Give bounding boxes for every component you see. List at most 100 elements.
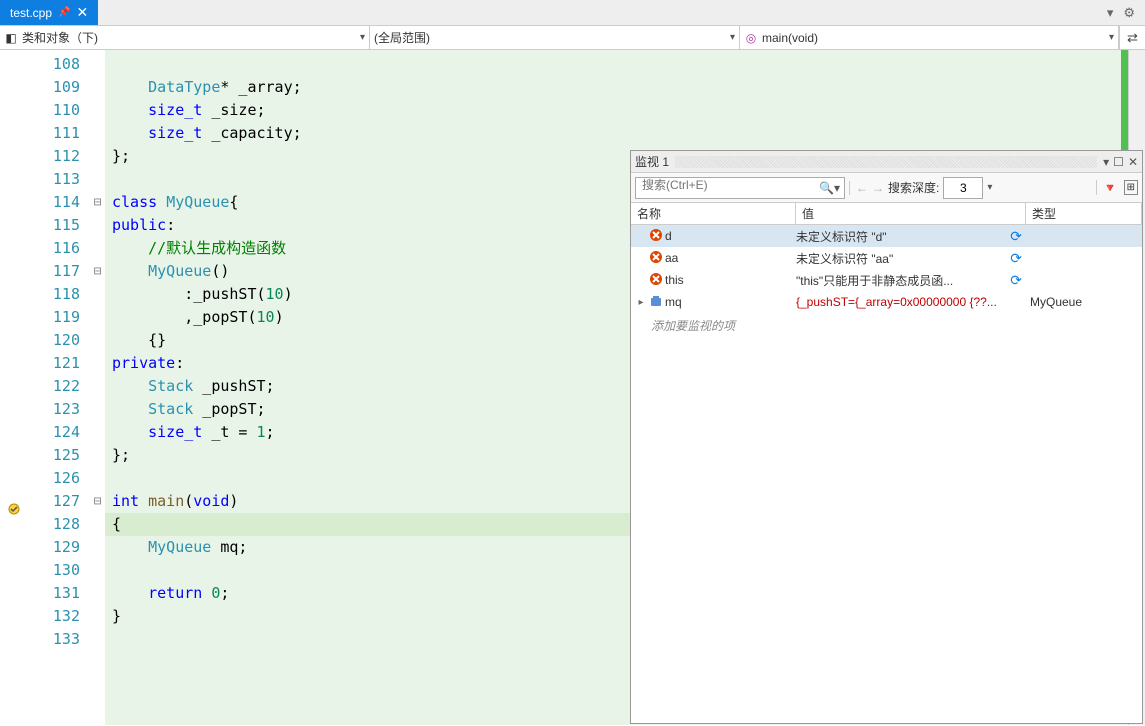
tab-filename: test.cpp [10,6,52,20]
fold-toggle [90,513,105,536]
watch-panel: 监视 1 ▾ ☐ ✕ 🔍▾ ← → 搜索深度: ▾ 🔻 ⊞ 名称 值 类型 d 未… [630,150,1143,724]
fold-toggle [90,329,105,352]
nav-forward-icon[interactable]: → [872,181,884,195]
fold-toggle [90,398,105,421]
watch-value: 未定义标识符 "aa" [796,250,1010,267]
code-line[interactable]: DataType* _array; [105,76,1128,99]
watch-value: 未定义标识符 "d" [796,228,1010,245]
col-value-header[interactable]: 值 [796,203,1026,224]
watch-type: MyQueue [1026,295,1142,309]
scope-combo-2[interactable]: (全局范围) ▾ [370,26,740,49]
fold-toggle [90,214,105,237]
tab-bar: test.cpp 📌 ✕ ▾ ⚙ [0,0,1145,26]
watch-value: {_pushST={_array=0x00000000 {??... [796,295,1022,309]
watch-title-label: 监视 1 [635,153,669,170]
fold-toggle [90,237,105,260]
maximize-icon[interactable]: ☐ [1113,155,1124,169]
watch-name: mq [665,295,682,309]
fold-toggle [90,444,105,467]
watch-search[interactable]: 🔍▾ [635,177,845,199]
fold-toggle [90,375,105,398]
scope3-label: main(void) [762,31,1109,45]
fold-toggle [90,145,105,168]
watch-row[interactable]: this "this"只能用于非静态成员函...⟳ [631,269,1142,291]
watch-name: aa [665,251,678,265]
nav-back-icon[interactable]: ← [856,181,868,195]
fold-toggle [90,421,105,444]
scope2-label: (全局范围) [374,29,730,46]
swap-button[interactable]: ⇄ [1119,26,1145,49]
tab-bar-right: ▾ ⚙ [1107,0,1145,25]
fold-toggle [90,99,105,122]
col-name-header[interactable]: 名称 [631,203,796,224]
search-icon[interactable]: 🔍▾ [819,181,840,195]
breakpoint-gutter[interactable] [0,50,30,725]
fold-toggle [90,559,105,582]
close-panel-icon[interactable]: ✕ [1128,155,1138,169]
fold-toggle [90,582,105,605]
col-type-header[interactable]: 类型 [1026,203,1142,224]
fold-toggle [90,306,105,329]
breakpoint-indicator[interactable] [8,503,20,515]
fold-toggle [90,605,105,628]
error-icon [649,250,663,267]
nav-bar: ◧ 类和对象（下) ▾ (全局范围) ▾ ◎ main(void) ▾ ⇄ [0,26,1145,50]
gear-icon[interactable]: ⚙ [1123,5,1135,21]
line-numbers: 1081091101111121131141151161171181191201… [30,50,90,725]
watch-value: "this"只能用于非静态成员函... [796,272,1010,289]
fold-column[interactable]: ⊟ ⊟ ⊟ [90,50,105,725]
depth-label: 搜索深度: [888,179,939,196]
error-icon [649,272,663,289]
module-icon: ◧ [4,31,18,45]
chevron-down-icon: ▾ [360,32,365,43]
fold-toggle [90,352,105,375]
fold-toggle [90,122,105,145]
grip-area[interactable] [675,156,1097,168]
code-line[interactable]: size_t _size; [105,99,1128,122]
watch-name: this [665,273,684,287]
refresh-icon[interactable]: ⟳ [1010,272,1022,289]
fold-toggle [90,53,105,76]
refresh-icon[interactable]: ⟳ [1010,228,1022,245]
fold-toggle [90,76,105,99]
close-icon[interactable]: ✕ [76,4,88,21]
search-input[interactable] [642,178,822,192]
code-line[interactable] [105,53,1128,76]
expand-icon[interactable]: ▸ [635,297,647,308]
filter-icon[interactable]: 🔻 [1103,181,1118,195]
refresh-icon[interactable]: ⟳ [1010,250,1022,267]
watch-row[interactable]: aa 未定义标识符 "aa"⟳ [631,247,1142,269]
chevron-down-icon: ▾ [1109,32,1114,43]
scope-combo-1[interactable]: ◧ 类和对象（下) ▾ [0,26,370,49]
fold-toggle [90,628,105,651]
file-tab[interactable]: test.cpp 📌 ✕ [0,0,98,25]
pin-icon[interactable]: 📌 [58,7,70,18]
chevron-down-icon: ▾ [730,32,735,43]
object-icon [649,294,663,311]
watch-titlebar[interactable]: 监视 1 ▾ ☐ ✕ [631,151,1142,173]
watch-row[interactable]: d 未定义标识符 "d"⟳ [631,225,1142,247]
watch-columns-header: 名称 值 类型 [631,203,1142,225]
watch-toolbar: 🔍▾ ← → 搜索深度: ▾ 🔻 ⊞ [631,173,1142,203]
depth-input[interactable] [943,177,983,199]
tree-view-icon[interactable]: ⊞ [1124,180,1138,195]
fold-toggle [90,168,105,191]
dropdown-icon[interactable]: ▾ [1107,5,1114,21]
scope-combo-3[interactable]: ◎ main(void) ▾ [740,26,1119,49]
add-watch-hint[interactable]: 添加要监视的项 [631,313,1142,338]
error-icon [649,228,663,245]
fold-toggle [90,283,105,306]
watch-row[interactable]: ▸ mq {_pushST={_array=0x00000000 {??... My… [631,291,1142,313]
fold-toggle [90,536,105,559]
fold-toggle [90,467,105,490]
depth-chevron-icon[interactable]: ▾ [987,182,992,193]
watch-rows: d未定义标识符 "d"⟳ aa未定义标识符 "aa"⟳ this"this"只能… [631,225,1142,723]
fold-toggle[interactable]: ⊟ [90,260,105,283]
code-line[interactable]: size_t _capacity; [105,122,1128,145]
fold-toggle[interactable]: ⊟ [90,191,105,214]
watch-name: d [665,229,672,243]
function-icon: ◎ [744,31,758,45]
window-menu-icon[interactable]: ▾ [1103,155,1109,169]
scope1-label: 类和对象（下) [22,29,360,46]
fold-toggle[interactable]: ⊟ [90,490,105,513]
